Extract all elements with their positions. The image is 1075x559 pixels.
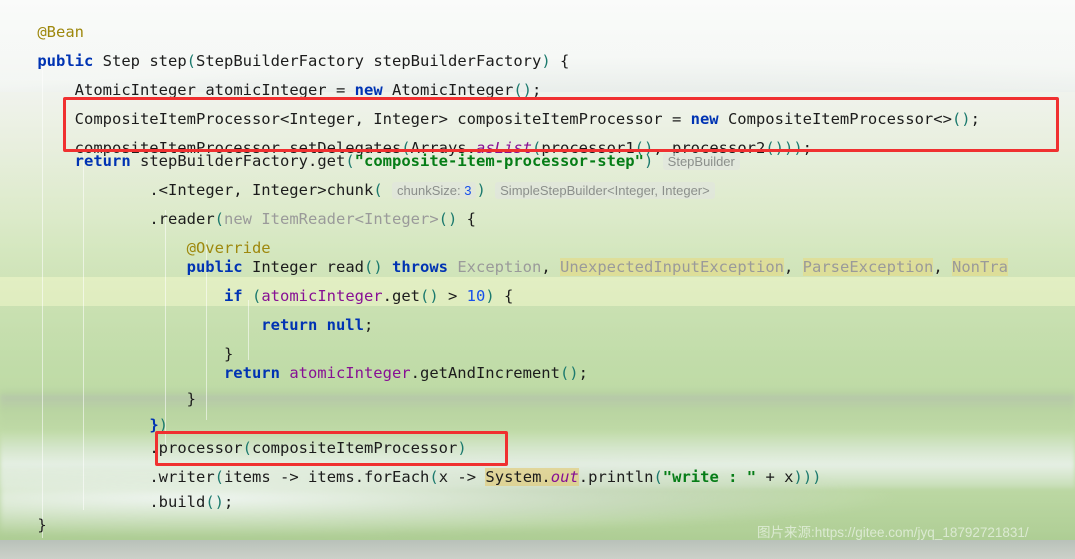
keyword-return-3: return bbox=[223, 364, 280, 382]
param-step-builder-factory: stepBuilderFactory bbox=[373, 52, 542, 70]
exception-parse: ParseException bbox=[802, 258, 934, 276]
lambda-param-x: x bbox=[438, 468, 449, 486]
type-system: System bbox=[485, 468, 542, 486]
code-line-7[interactable]: .<Integer, Integer>chunk( chunkSize: 3) … bbox=[0, 175, 1075, 205]
exception-non-transient: NonTra bbox=[951, 258, 1008, 276]
method-get-step: get bbox=[317, 152, 346, 170]
method-read: read bbox=[326, 258, 364, 276]
code-line-12[interactable]: return null; bbox=[0, 310, 1075, 340]
var-step-builder-factory-ref: stepBuilderFactory bbox=[140, 152, 308, 170]
type-step-builder-factory: StepBuilderFactory bbox=[196, 52, 364, 70]
inlay-hint-simple-step-builder[interactable]: SimpleStepBuilder<Integer, Integer> bbox=[495, 182, 715, 199]
string-step-name: "composite-item-processor-step" bbox=[354, 152, 644, 170]
keyword-public-2: public bbox=[186, 258, 243, 276]
method-println: println bbox=[588, 468, 654, 486]
field-out: out bbox=[550, 468, 579, 486]
keyword-null: null bbox=[326, 316, 364, 334]
code-line-11[interactable]: if (atomicInteger.get() > 10) { bbox=[0, 281, 1075, 311]
generic-integer-integer-2: <Integer, Integer> bbox=[158, 181, 327, 199]
method-get: get bbox=[392, 287, 420, 305]
method-step: step bbox=[149, 52, 187, 70]
method-get-and-increment: getAndIncrement bbox=[419, 364, 560, 382]
inlay-hint-step-builder[interactable]: StepBuilder bbox=[662, 153, 740, 170]
processor-call-box bbox=[155, 431, 508, 466]
method-for-each: forEach bbox=[364, 468, 430, 486]
lambda-param-items: items bbox=[224, 468, 271, 486]
code-line-1[interactable]: @Bean bbox=[0, 17, 1075, 47]
editor-screenshot: @Bean public Step step(StepBuilderFactor… bbox=[0, 0, 1075, 559]
arrow-2: -> bbox=[457, 468, 477, 486]
type-item-reader: ItemReader<Integer> bbox=[261, 210, 439, 228]
number-ten: 10 bbox=[466, 287, 486, 305]
arrow-1: -> bbox=[280, 468, 299, 486]
keyword-new-3: new bbox=[224, 210, 252, 228]
inlay-hint-chunk-size-value: 3 bbox=[464, 183, 472, 198]
code-line-10[interactable]: public Integer read() throws Exception, … bbox=[0, 252, 1075, 282]
string-write: "write : " bbox=[662, 468, 757, 486]
code-editor-surface[interactable]: @Bean public Step step(StepBuilderFactor… bbox=[0, 0, 1075, 559]
keyword-if: if bbox=[223, 287, 243, 305]
method-reader: reader bbox=[158, 210, 215, 228]
method-chunk: chunk bbox=[326, 181, 374, 199]
keyword-return-1: return bbox=[74, 152, 131, 170]
keyword-public: public bbox=[37, 52, 94, 70]
var-atomic-integer-ref-1: atomicInteger bbox=[261, 287, 383, 305]
source-watermark: 图片来源:https://gitee.com/jyq_18792721831/ bbox=[757, 525, 1029, 540]
exception-unexpected-input: UnexpectedInputException bbox=[560, 258, 784, 276]
lambda-param-items-ref: items bbox=[308, 468, 355, 486]
annotation-bean: @Bean bbox=[37, 23, 84, 41]
composite-processor-declaration-box bbox=[63, 97, 1059, 152]
code-line-8[interactable]: .reader(new ItemReader<Integer>() { bbox=[0, 204, 1075, 234]
inlay-hint-chunk-size[interactable]: chunkSize: 3 bbox=[392, 182, 477, 199]
type-integer-return: Integer bbox=[251, 258, 318, 276]
method-build: build bbox=[158, 493, 206, 511]
var-atomic-integer-ref-2: atomicInteger bbox=[289, 364, 411, 382]
inlay-hint-chunk-size-label: chunkSize: bbox=[397, 183, 461, 198]
keyword-throws: throws bbox=[392, 258, 448, 276]
keyword-return-2: return bbox=[261, 316, 318, 334]
exception-exception: Exception bbox=[457, 258, 542, 276]
plus-operator: + bbox=[765, 468, 775, 486]
code-line-2[interactable]: public Step step(StepBuilderFactory step… bbox=[0, 46, 1075, 76]
method-writer: writer bbox=[158, 468, 215, 486]
type-step: Step bbox=[102, 52, 140, 70]
